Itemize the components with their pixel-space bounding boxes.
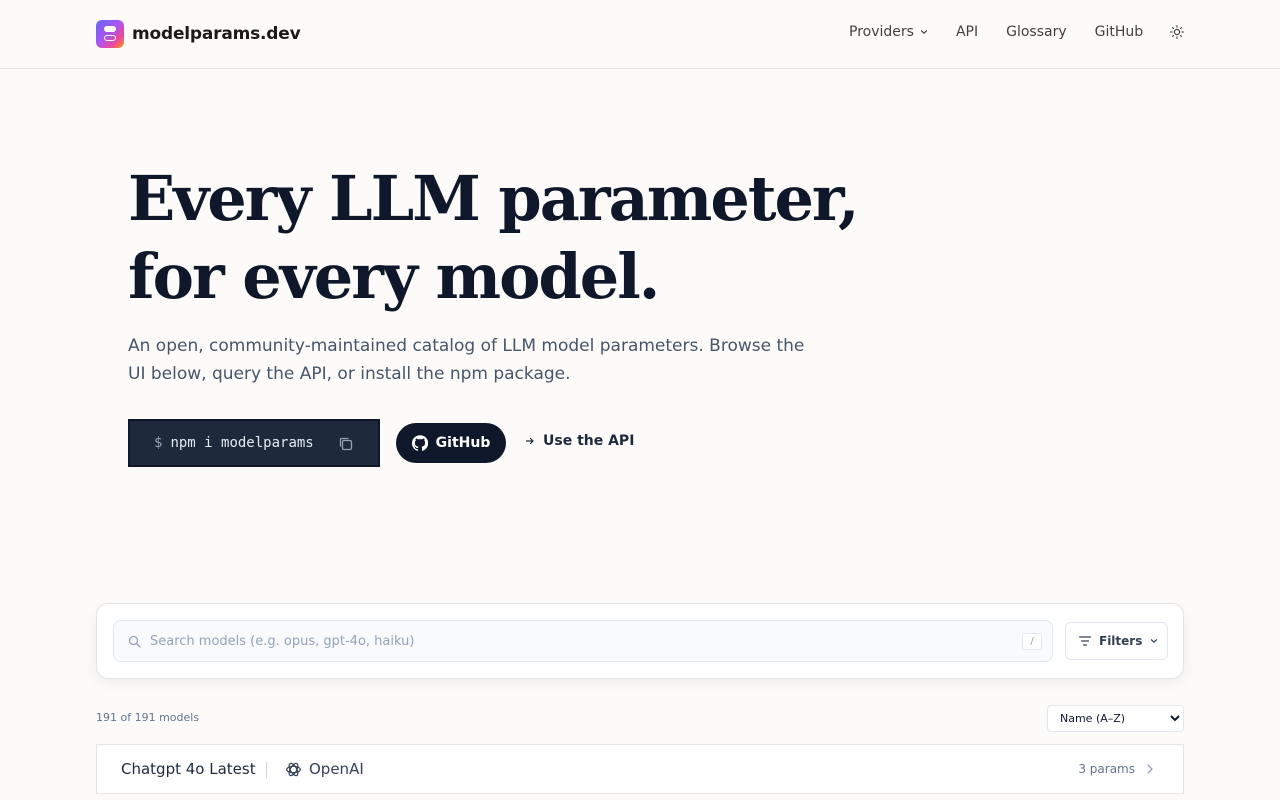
results-count: 191 of 191 models xyxy=(96,711,200,724)
model-provider: OpenAI xyxy=(285,760,364,778)
arrow-right-icon xyxy=(526,437,534,445)
theme-toggle-button[interactable] xyxy=(1169,24,1185,40)
copy-icon[interactable] xyxy=(338,436,354,452)
sort-select[interactable]: Name (A–Z) xyxy=(1047,705,1184,732)
github-button-label: GitHub xyxy=(435,435,491,451)
model-name: Chatgpt 4o Latest xyxy=(121,760,256,778)
nav-github-link[interactable]: GitHub xyxy=(1095,24,1144,40)
npm-command-text: npm i modelparams xyxy=(170,435,314,451)
divider xyxy=(266,762,267,778)
filters-button[interactable]: Filters xyxy=(1065,622,1168,660)
npm-prompt: $ xyxy=(154,435,163,451)
hero-subtitle: An open, community-maintained catalog of… xyxy=(128,336,805,384)
main-nav: Providers API Glossary GitHub xyxy=(849,24,1185,40)
hero-title: Every LLM parameter, for every model. xyxy=(128,160,860,316)
chevron-down-icon xyxy=(1151,639,1158,644)
sun-icon xyxy=(1170,25,1184,39)
site-header: modelparams.dev Providers API Glossary G… xyxy=(0,0,1280,69)
npm-install-command[interactable]: $ npm i modelparams xyxy=(128,419,380,467)
nav-providers-dropdown[interactable]: Providers xyxy=(849,24,928,40)
hero-title-line1: Every LLM parameter, xyxy=(128,162,860,235)
use-api-link[interactable]: Use the API xyxy=(526,433,634,449)
search-input[interactable] xyxy=(150,621,1010,661)
search-shortcut-key: / xyxy=(1022,633,1042,650)
nav-api-link[interactable]: API xyxy=(956,24,978,40)
github-icon xyxy=(411,435,428,451)
openai-icon xyxy=(286,762,301,776)
nav-providers-label: Providers xyxy=(849,24,914,40)
chevron-right-icon xyxy=(1147,764,1153,774)
nav-glossary-link[interactable]: Glossary xyxy=(1006,24,1067,40)
chevron-down-icon xyxy=(920,30,928,35)
filter-icon xyxy=(1079,636,1091,646)
filters-label: Filters xyxy=(1099,634,1143,648)
params-count: 3 params xyxy=(1078,762,1135,776)
row-divider xyxy=(96,793,1184,794)
logo-icon xyxy=(96,20,124,48)
logo-text: modelparams.dev xyxy=(132,24,301,44)
search-icon xyxy=(128,635,141,648)
hero-title-line2: for every model. xyxy=(128,240,660,313)
search-panel: / Filters xyxy=(96,603,1184,679)
provider-name: OpenAI xyxy=(309,760,364,778)
github-button[interactable]: GitHub xyxy=(396,423,506,463)
use-api-label: Use the API xyxy=(543,433,635,449)
model-list-item[interactable]: Chatgpt 4o Latest OpenAI 3 params xyxy=(96,744,1184,794)
logo-link[interactable]: modelparams.dev xyxy=(96,20,301,48)
search-field: / xyxy=(113,620,1053,662)
